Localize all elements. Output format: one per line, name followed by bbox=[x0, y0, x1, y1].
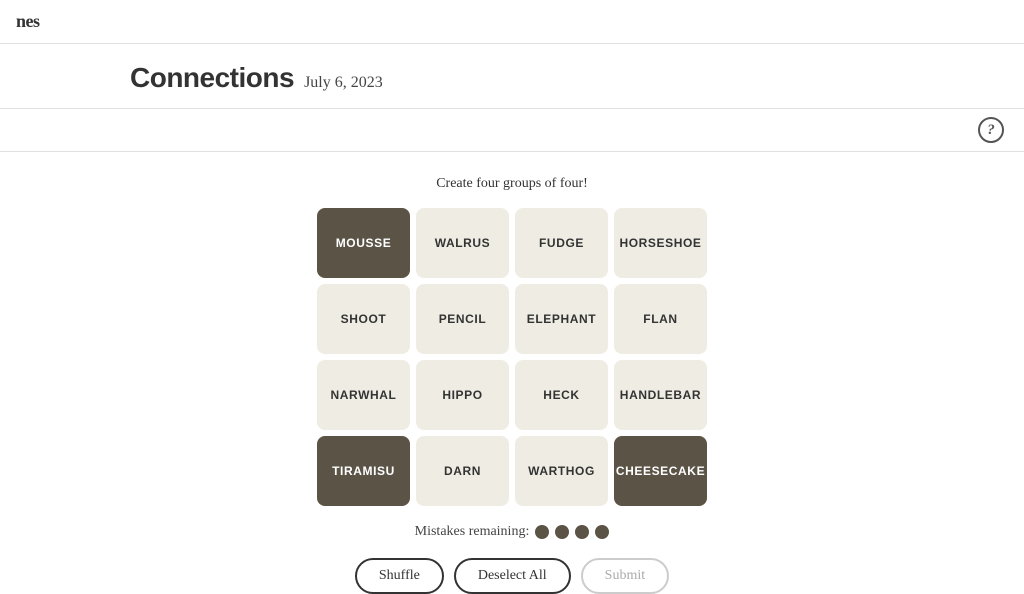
grid-cell-handlebar[interactable]: HANDLEBAR bbox=[614, 360, 707, 430]
mistake-dot-4 bbox=[595, 525, 609, 539]
buttons-row: Shuffle Deselect All Submit bbox=[355, 558, 669, 594]
submit-button[interactable]: Submit bbox=[581, 558, 669, 594]
grid-cell-pencil[interactable]: PENCIL bbox=[416, 284, 509, 354]
grid-cell-elephant[interactable]: ELEPHANT bbox=[515, 284, 608, 354]
top-bar: nes bbox=[0, 0, 1024, 44]
word-grid: MOUSSEWALRUSFUDGEHORSESHOE SHOOTPENCILELE… bbox=[317, 208, 707, 506]
grid-cell-warthog[interactable]: WARTHOG bbox=[515, 436, 608, 506]
game-title: Connections bbox=[130, 62, 294, 94]
grid-cell-heck[interactable]: HECK bbox=[515, 360, 608, 430]
game-date: July 6, 2023 bbox=[304, 74, 383, 92]
grid-cell-tiramisu[interactable]: TIRAMISU bbox=[317, 436, 410, 506]
grid-cell-flan[interactable]: FLAN bbox=[614, 284, 707, 354]
grid-cell-walrus[interactable]: WALRUS bbox=[416, 208, 509, 278]
grid-cell-horseshoe[interactable]: HORSESHOE bbox=[614, 208, 707, 278]
grid-cell-shoot[interactable]: SHOOT bbox=[317, 284, 410, 354]
grid-cell-hippo[interactable]: HIPPO bbox=[416, 360, 509, 430]
instructions: Create four groups of four! bbox=[436, 176, 588, 192]
grid-cell-fudge[interactable]: FUDGE bbox=[515, 208, 608, 278]
help-row: ? bbox=[0, 109, 1024, 152]
grid-cell-mousse[interactable]: MOUSSE bbox=[317, 208, 410, 278]
deselect-all-button[interactable]: Deselect All bbox=[454, 558, 571, 594]
grid-cell-darn[interactable]: DARN bbox=[416, 436, 509, 506]
site-logo: nes bbox=[16, 11, 40, 32]
grid-cell-narwhal[interactable]: NARWHAL bbox=[317, 360, 410, 430]
mistake-dot-3 bbox=[575, 525, 589, 539]
mistake-dot-1 bbox=[535, 525, 549, 539]
mistakes-row: Mistakes remaining: bbox=[415, 524, 610, 540]
mistakes-label: Mistakes remaining: bbox=[415, 524, 530, 540]
game-area: Create four groups of four! MOUSSEWALRUS… bbox=[0, 152, 1024, 594]
grid-cell-cheesecake[interactable]: CHEESECAKE bbox=[614, 436, 707, 506]
shuffle-button[interactable]: Shuffle bbox=[355, 558, 444, 594]
mistake-dot-2 bbox=[555, 525, 569, 539]
title-row: Connections July 6, 2023 bbox=[0, 44, 1024, 109]
help-icon[interactable]: ? bbox=[978, 117, 1004, 143]
